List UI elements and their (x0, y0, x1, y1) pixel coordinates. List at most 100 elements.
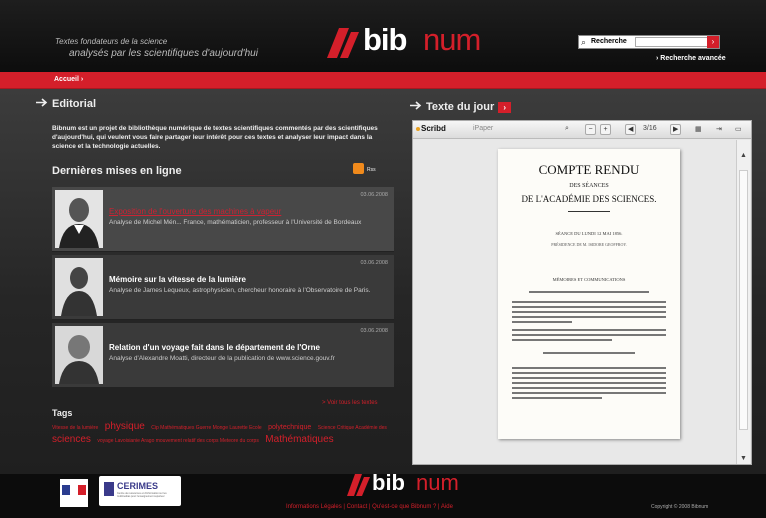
tag-link[interactable]: voyage Lavoisianie Arago mouvement relat… (97, 438, 258, 444)
portrait-image (55, 190, 103, 248)
zoom-in-button[interactable]: + (600, 124, 611, 135)
logo-slash-icon (347, 474, 370, 496)
list-item[interactable]: 03.06.2008 Mémoire sur la vitesse de la … (52, 255, 394, 320)
text-line (512, 392, 666, 394)
text-line (512, 367, 666, 369)
search-go-button[interactable]: › (707, 36, 719, 48)
footer-links[interactable]: Informations Légales | Contact | Qu'est-… (286, 504, 453, 510)
copyright: Copyright © 2008 Bibnum (651, 504, 709, 510)
advanced-search-link[interactable]: › Recherche avancée (656, 55, 726, 62)
scroll-up-icon[interactable]: ▲ (740, 152, 747, 159)
tagline-line1: Textes fondateurs de la science (55, 37, 168, 46)
latest-heading: Dernières mises en ligne (52, 165, 182, 177)
arrow-right-icon (36, 98, 48, 107)
nav-bar: Accueil › (0, 72, 766, 89)
editorial-heading: Editorial (36, 98, 96, 110)
cerimes-mark-icon (104, 482, 114, 496)
item-desc: Analyse de James Lequeux, astrophysicien… (109, 287, 371, 294)
rss-label: Rss (367, 167, 376, 173)
tag-link[interactable]: Vitesse de la lumière (52, 425, 98, 431)
logo-slash-icon (327, 28, 359, 58)
text-line (512, 311, 666, 313)
cerimes-subtitle: Centre de ressources et d'information su… (117, 492, 167, 498)
site-header: Textes fondateurs de la science analysés… (0, 0, 766, 72)
text-line (512, 382, 666, 384)
editorial-title: Editorial (52, 98, 97, 110)
item-date: 03.06.2008 (360, 328, 388, 334)
doc-heading2: DE L'ACADÉMIE DES SCIENCES. (521, 194, 657, 204)
editorial-text: Bibnum est un projet de bibliothèque num… (52, 125, 378, 150)
tag-link[interactable]: Mathématiques (265, 434, 333, 445)
footer-bibnum-logo[interactable]: bib num (345, 470, 459, 500)
text-line (512, 301, 666, 303)
nav-home-link[interactable]: Accueil › (54, 76, 83, 83)
search-box: ⌕ Recherche › (578, 35, 720, 49)
page-indicator: 3/16 (643, 125, 657, 132)
ipaper-mode[interactable]: iPaper (473, 125, 493, 132)
viewer-toolbar: Scribd iPaper ⌕ − + ◀ 3/16 ▶ ▦ ⇥ ▭ (413, 121, 751, 139)
doc-section: MÉMOIRES ET COMMUNICATIONS (552, 277, 626, 282)
search-label: Recherche (591, 38, 627, 45)
text-line (512, 321, 572, 323)
list-item[interactable]: 03.06.2008 Relation d'un voyage fait dan… (52, 323, 394, 388)
prev-page-button[interactable]: ◀ (625, 124, 637, 135)
item-title-link[interactable]: Mémoire sur la vitesse de la lumière (109, 275, 246, 284)
bibnum-logo[interactable]: bib num (325, 22, 481, 62)
logo-bib: bib (363, 22, 407, 57)
scroll-down-icon[interactable]: ▼ (740, 455, 747, 462)
tag-link[interactable]: Cip Mathématiques Guerre Monge Laurette … (151, 425, 261, 431)
item-title-link[interactable]: Relation d'un voyage fait dans le départ… (109, 343, 320, 352)
viewer-scrollbar[interactable]: ▲ ▼ (736, 140, 750, 464)
tag-link[interactable]: sciences (52, 434, 91, 445)
scroll-thumb[interactable] (739, 170, 748, 430)
text-line (512, 387, 666, 389)
text-line (512, 377, 666, 379)
item-date: 03.06.2008 (360, 192, 388, 198)
document-viewer[interactable]: Scribd iPaper ⌕ − + ◀ 3/16 ▶ ▦ ⇥ ▭ COMPT… (412, 120, 752, 465)
item-desc: Analyse d'Alexandre Moatti, directeur de… (109, 355, 335, 362)
text-line (529, 291, 649, 293)
doc-subheading: DES SÉANCES (569, 183, 609, 189)
text-line (512, 329, 666, 331)
viewer-search-icon[interactable]: ⌕ (565, 125, 569, 133)
portrait-image (55, 326, 103, 384)
tags-heading: Tags (52, 408, 73, 418)
tagline-line2: analysés par les scientifiques d'aujourd… (69, 48, 258, 59)
logo-num: num (416, 470, 459, 495)
texte-du-jour-heading: Texte du jour › (410, 101, 512, 113)
text-line (512, 316, 666, 318)
doc-session: SÉANCE DU LUNDI 12 MAI 1856. (555, 231, 623, 236)
republique-francaise-logo[interactable] (60, 479, 88, 507)
portrait-image (55, 258, 103, 316)
texte-du-jour-title: Texte du jour (426, 101, 495, 113)
fullscreen-icon[interactable]: ⇥ (716, 125, 722, 133)
logo-num: num (423, 22, 481, 57)
zoom-out-button[interactable]: − (585, 124, 596, 135)
scribd-logo-icon (416, 127, 420, 131)
search-input[interactable] (635, 37, 709, 47)
tag-link[interactable]: Science Critique Académie des (318, 425, 387, 431)
tagline: Textes fondateurs de la science analysés… (55, 36, 258, 60)
texte-du-jour-button[interactable]: › (498, 101, 512, 113)
text-line (512, 334, 666, 336)
item-title-link[interactable]: Exposition de l'ouverture des machines à… (109, 207, 281, 216)
rss-icon[interactable] (353, 163, 364, 174)
tag-link[interactable]: physique (105, 421, 145, 432)
text-line (512, 306, 666, 308)
all-texts-link[interactable]: > Voir tous les textes (322, 400, 378, 406)
cerimes-logo[interactable]: CERIMES Centre de ressources et d'inform… (99, 476, 181, 506)
tag-link[interactable]: polytechnique (268, 424, 311, 431)
scribd-brand[interactable]: Scribd (421, 124, 446, 133)
doc-heading: COMPTE RENDU (538, 162, 640, 177)
grid-view-icon[interactable]: ▦ (695, 125, 702, 133)
next-page-button[interactable]: ▶ (670, 124, 682, 135)
doc-president: PRÉSIDENCE DE M. ISIDORE GEOFFROY. (551, 242, 627, 247)
text-line (512, 339, 612, 341)
arrow-right-icon (410, 101, 422, 110)
list-item[interactable]: 03.06.2008 Exposition de l'ouverture des… (52, 187, 394, 252)
tag-cloud: Vitesse de la lumière physique Cip Mathé… (52, 420, 392, 446)
item-date: 03.06.2008 (360, 260, 388, 266)
doc-rule (568, 211, 610, 212)
logo-bib: bib (372, 470, 405, 495)
window-icon[interactable]: ▭ (735, 125, 742, 133)
